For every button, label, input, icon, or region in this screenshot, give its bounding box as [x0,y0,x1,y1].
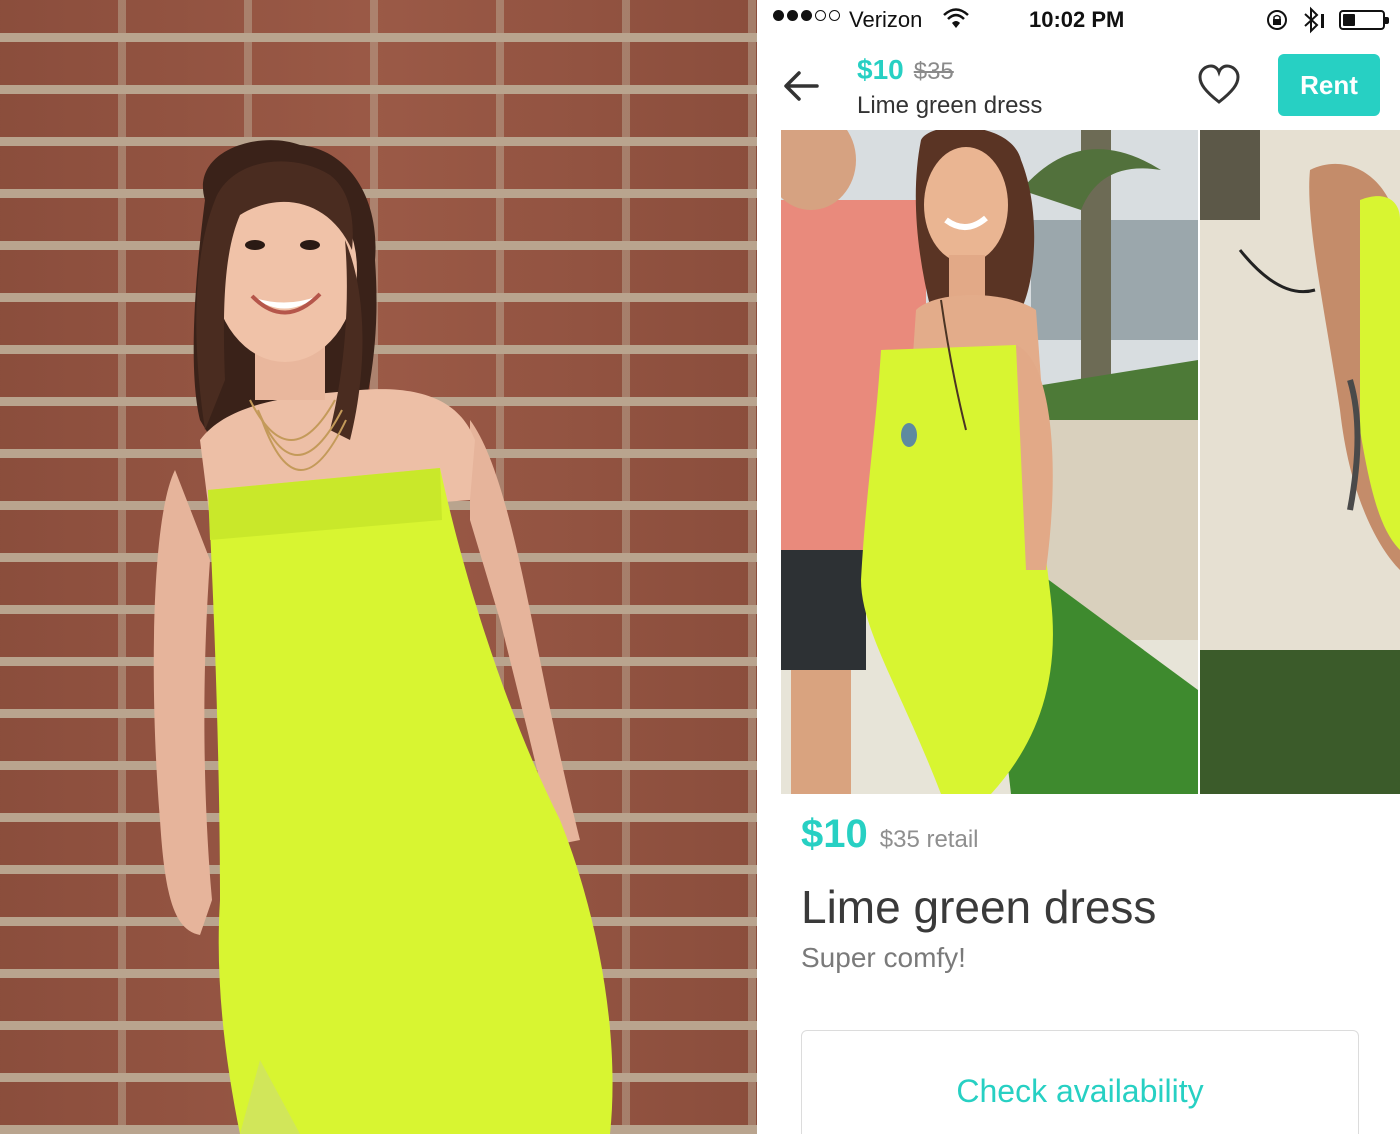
photo-gallery[interactable] [781,130,1400,794]
carrier-name: Verizon [849,7,923,32]
woman-in-lime-dress-image [153,140,613,1134]
header-current-price: $10 [857,54,904,85]
lock-rotation-icon [1267,10,1287,30]
listing-description: Super comfy! [801,942,966,973]
bluetooth-icon [1304,6,1324,34]
status-time: 10:02 PM [1029,7,1125,32]
listing-price-row: $10 $35 retail [801,812,978,857]
header-price: $10 $35 [857,54,954,86]
back-arrow-icon[interactable] [781,66,821,106]
header-original-price: $35 [913,58,954,85]
gallery-photo-2[interactable] [1200,130,1400,794]
rental-app-screen: Verizon 10:02 PM $10 $35 Lime green dres… [757,0,1400,1134]
rent-button[interactable]: Rent [1278,54,1380,116]
status-bar: Verizon 10:02 PM [757,0,1400,42]
favorite-heart-icon[interactable] [1197,64,1241,106]
listing-title: Lime green dress [801,881,1157,933]
battery-icon [1339,10,1389,30]
listing-retail-price: $35 retail [879,826,979,853]
wifi-icon [943,8,969,28]
header-title: Lime green dress [857,92,1043,119]
check-availability-button[interactable]: Check availability [801,1030,1359,1134]
listing-price: $10 [801,812,868,856]
signal-strength-icon [773,10,840,21]
product-photo-brick-wall [0,0,757,1134]
gallery-photo-1[interactable] [781,130,1198,794]
